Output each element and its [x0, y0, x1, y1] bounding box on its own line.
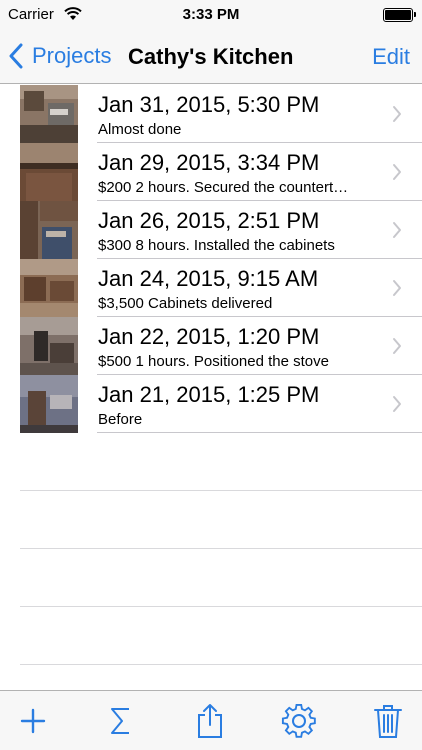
photo-thumbnail	[20, 259, 78, 317]
entry-date: Jan 26, 2015, 2:51 PM	[98, 208, 320, 233]
trash-icon	[374, 705, 402, 738]
add-icon	[20, 708, 46, 734]
chevron-left-icon	[9, 43, 23, 69]
entry-date: Jan 22, 2015, 1:20 PM	[98, 324, 320, 349]
chevron-right-icon	[393, 338, 401, 354]
list-item[interactable]: Jan 26, 2015, 2:51 PM $300 8 hours. Inst…	[0, 201, 422, 259]
trash-button[interactable]	[368, 703, 408, 739]
add-button[interactable]	[13, 703, 53, 739]
chevron-right-icon	[393, 280, 401, 296]
back-button[interactable]: Projects	[8, 40, 111, 72]
chevron-right-icon	[393, 222, 401, 238]
entry-list: Jan 31, 2015, 5:30 PM Almost done Jan 29…	[0, 85, 422, 433]
sum-button[interactable]	[100, 703, 140, 739]
photo-thumbnail	[20, 85, 78, 143]
photo-thumbnail	[20, 143, 78, 201]
list-item[interactable]: Jan 31, 2015, 5:30 PM Almost done	[0, 85, 422, 143]
chevron-right-icon	[393, 106, 401, 122]
sum-icon	[111, 708, 129, 734]
entry-note: $200 2 hours. Secured the countert…	[98, 179, 349, 196]
status-bar: Carrier 3:33 PM	[0, 0, 422, 30]
separator-line	[20, 490, 422, 491]
entry-date: Jan 21, 2015, 1:25 PM	[98, 382, 320, 407]
list-item[interactable]: Jan 29, 2015, 3:34 PM $200 2 hours. Secu…	[0, 143, 422, 201]
chevron-right-icon	[393, 164, 401, 180]
back-button-label: Projects	[32, 43, 112, 68]
edit-button[interactable]: Edit	[372, 44, 410, 70]
list-item[interactable]: Jan 22, 2015, 1:20 PM $500 1 hours. Posi…	[0, 317, 422, 375]
page-title: Cathy's Kitchen	[128, 44, 294, 69]
share-button[interactable]	[190, 703, 230, 739]
entry-note: Before	[98, 411, 143, 428]
entry-note: Almost done	[98, 121, 182, 138]
photo-thumbnail	[20, 375, 78, 433]
battery-icon	[383, 8, 416, 22]
photo-thumbnail	[20, 317, 78, 375]
list-item[interactable]: Jan 21, 2015, 1:25 PM Before	[0, 375, 422, 433]
settings-button[interactable]	[279, 703, 319, 739]
list-item[interactable]: Jan 24, 2015, 9:15 AM $3,500 Cabinets de…	[0, 259, 422, 317]
share-icon	[198, 704, 222, 738]
navigation-bar: Projects Cathy's Kitchen Edit	[0, 30, 422, 84]
status-time: 3:33 PM	[182, 6, 240, 23]
entry-date: Jan 29, 2015, 3:34 PM	[98, 150, 320, 175]
separator-line	[20, 664, 422, 665]
separator-line	[20, 606, 422, 607]
entry-note: $3,500 Cabinets delivered	[98, 295, 273, 312]
photo-thumbnail	[20, 201, 78, 259]
entry-note: $300 8 hours. Installed the cabinets	[98, 237, 335, 254]
entry-date: Jan 31, 2015, 5:30 PM	[98, 92, 320, 117]
bottom-toolbar	[0, 690, 422, 750]
separator-line	[20, 548, 422, 549]
entry-note: $500 1 hours. Positioned the stove	[98, 353, 329, 370]
chevron-right-icon	[393, 396, 401, 412]
settings-icon	[281, 703, 316, 738]
entry-date: Jan 24, 2015, 9:15 AM	[98, 266, 319, 291]
